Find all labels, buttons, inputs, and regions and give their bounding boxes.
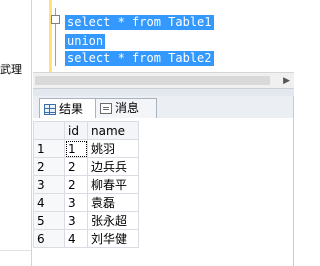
cell-name[interactable]: 袁磊: [87, 193, 139, 212]
scroll-right-icon[interactable]: ▶: [283, 76, 290, 86]
corner-cell[interactable]: [33, 121, 65, 140]
column-header-name[interactable]: name: [87, 121, 139, 140]
table-row[interactable]: 3 2 柳春平: [33, 175, 139, 194]
code-line-3[interactable]: select * from Table2: [65, 51, 214, 66]
pane-divider[interactable]: [31, 0, 32, 266]
cell-name[interactable]: 姚羽: [87, 139, 139, 158]
results-grid: id name 1 1 姚羽 2 2 边兵兵 3 2 柳春平 4 3 袁磊 5 …: [33, 118, 294, 266]
row-number[interactable]: 6: [33, 229, 65, 248]
tab-messages[interactable]: 消息: [95, 98, 157, 118]
horizontal-scrollbar[interactable]: ▶: [33, 72, 294, 89]
table-row[interactable]: 6 4 刘华健: [33, 229, 139, 248]
cell-id[interactable]: 1: [64, 139, 88, 158]
row-number[interactable]: 5: [33, 211, 65, 230]
right-border: [293, 96, 294, 266]
left-pane-text: 武理: [0, 63, 22, 76]
table-row[interactable]: 1 1 姚羽: [33, 139, 139, 158]
results-tabs: 结果 消息: [33, 96, 294, 119]
collapse-icon[interactable]: [51, 15, 60, 24]
left-pane: 武理: [0, 0, 32, 266]
table-row[interactable]: 2 2 边兵兵: [33, 157, 139, 176]
tab-messages-label: 消息: [115, 101, 140, 115]
cell-id[interactable]: 3: [64, 211, 88, 230]
cell-id[interactable]: 4: [64, 229, 88, 248]
cell-name[interactable]: 边兵兵: [87, 157, 139, 176]
row-number[interactable]: 4: [33, 193, 65, 212]
sql-editor[interactable]: select * from Table1 union select * from…: [33, 0, 294, 89]
tab-results-label: 结果: [59, 101, 84, 116]
code-line-2[interactable]: union: [65, 34, 106, 49]
cell-name[interactable]: 刘华健: [87, 229, 139, 248]
cell-name[interactable]: 柳春平: [87, 175, 139, 194]
scrollbar-thumb[interactable]: [35, 76, 270, 85]
code-line-1[interactable]: select * from Table1: [65, 15, 214, 30]
change-marker-gutter: [49, 0, 52, 72]
row-number[interactable]: 1: [33, 139, 65, 158]
header-row: id name: [33, 121, 139, 140]
cell-id[interactable]: 2: [64, 157, 88, 176]
tab-results[interactable]: 结果: [39, 98, 103, 119]
left-pane-border: [0, 250, 32, 251]
cell-name[interactable]: 张永超: [87, 211, 139, 230]
row-number[interactable]: 2: [33, 157, 65, 176]
cell-id[interactable]: 3: [64, 193, 88, 212]
results-table: id name 1 1 姚羽 2 2 边兵兵 3 2 柳春平 4 3 袁磊 5 …: [33, 121, 139, 248]
query-window: select * from Table1 union select * from…: [33, 0, 294, 266]
table-row[interactable]: 5 3 张永超: [33, 211, 139, 230]
row-number[interactable]: 3: [33, 175, 65, 194]
cell-id[interactable]: 2: [64, 175, 88, 194]
message-icon: [100, 103, 112, 114]
grid-icon: [44, 103, 56, 115]
column-header-id[interactable]: id: [64, 121, 88, 140]
table-row[interactable]: 4 3 袁磊: [33, 193, 139, 212]
